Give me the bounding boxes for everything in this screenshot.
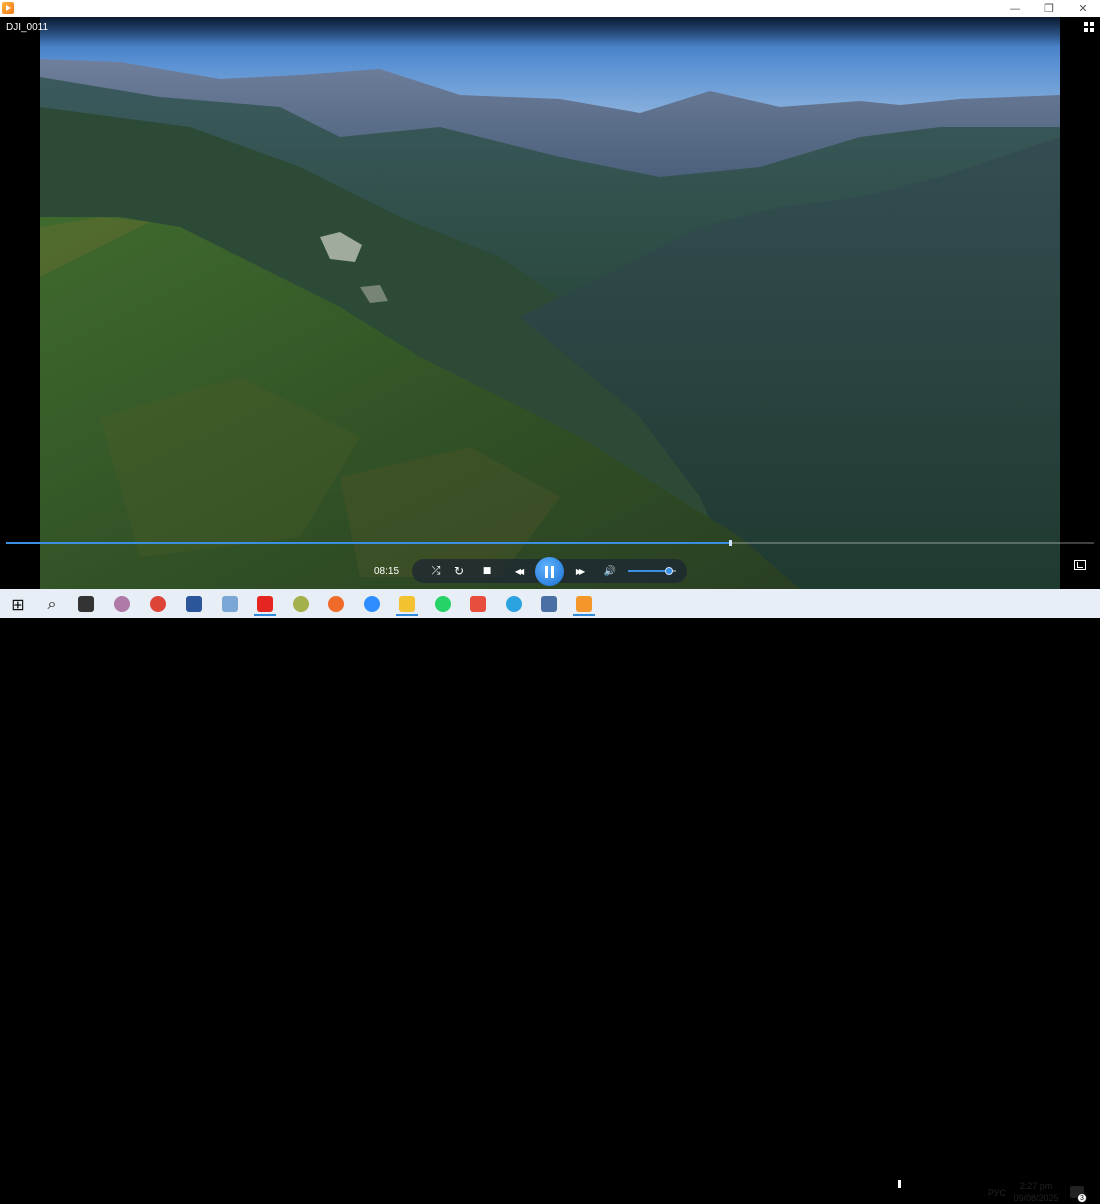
zoom-glyph: [364, 596, 380, 612]
pause-icon: [545, 565, 548, 578]
file-explorer-glyph: [399, 596, 415, 612]
app-brush-glyph: [470, 596, 486, 612]
seek-knob[interactable]: [728, 540, 732, 546]
volume-knob[interactable]: [664, 567, 673, 575]
app-arrow-glyph: [541, 596, 557, 612]
whatsapp-glyph: [435, 596, 451, 612]
clock[interactable]: 2:27 pm 09/08/2025: [1010, 1180, 1062, 1204]
taskbar-yandex-icon[interactable]: [250, 592, 280, 616]
video-frame[interactable]: [40, 17, 1060, 589]
elapsed-time: 08:15: [374, 566, 400, 577]
taskbar-task-view-icon[interactable]: [71, 592, 101, 616]
volume-level: [628, 570, 669, 572]
taskbar-app-arrow-icon[interactable]: [534, 592, 564, 616]
minimize-button[interactable]: —: [998, 0, 1032, 17]
mini-player-icon[interactable]: [1074, 560, 1086, 570]
forward-button[interactable]: ▶▶: [568, 559, 590, 583]
taskbar-file-explorer-icon[interactable]: [392, 592, 422, 616]
taskbar-app-brush-icon[interactable]: [463, 592, 493, 616]
player-window: — ❐ ✕ DJI_0011 08:15 ⤮ ↻ ■ ◀◀ ▶▶ 🔊: [0, 0, 1100, 589]
media-player-glyph: [576, 596, 592, 612]
notification-count: 3: [1077, 1193, 1087, 1203]
taskbar-app-eye-icon[interactable]: [286, 592, 316, 616]
active-indicator: [254, 614, 276, 616]
taskbar: ⊞ ⌕ РУС 2:27 pm 09/08/2025 3: [0, 589, 1100, 1203]
playlist-grid-icon[interactable]: [1084, 22, 1094, 32]
start-button[interactable]: ⊞: [3, 592, 33, 616]
taskbar-app-feather-icon[interactable]: [215, 592, 245, 616]
taskbar-media-player-icon[interactable]: [569, 592, 599, 616]
taskbar-telegram-icon[interactable]: [499, 592, 529, 616]
taskbar-word-icon[interactable]: [179, 592, 209, 616]
telegram-glyph: [506, 596, 522, 612]
app-feather-glyph: [222, 596, 238, 612]
title-bar: — ❐ ✕: [0, 0, 1100, 17]
yandex-glyph: [257, 596, 273, 612]
app-disc-glyph: [114, 596, 130, 612]
volume-slider[interactable]: [628, 567, 676, 575]
taskbar-whatsapp-icon[interactable]: [428, 592, 458, 616]
active-indicator: [396, 614, 418, 616]
taskbar-zoom-icon[interactable]: [357, 592, 387, 616]
chrome-glyph: [150, 596, 166, 612]
taskbar-chrome-icon[interactable]: [143, 592, 173, 616]
word-glyph: [186, 596, 202, 612]
pause-button[interactable]: [535, 557, 564, 586]
file-title: DJI_0011: [6, 22, 49, 33]
restore-button[interactable]: ❐: [1032, 0, 1066, 17]
video-landscape: [40, 59, 1060, 589]
app-ball-glyph: [328, 596, 344, 612]
close-button[interactable]: ✕: [1066, 0, 1100, 17]
task-view-glyph: [78, 596, 94, 612]
taskbar-app-disc-icon[interactable]: [107, 592, 137, 616]
tray-handle[interactable]: [898, 1180, 901, 1188]
active-indicator: [573, 614, 595, 616]
stop-button[interactable]: ■: [479, 559, 495, 583]
volume-icon[interactable]: 🔊: [601, 559, 619, 583]
shuffle-button[interactable]: ⤮: [428, 559, 444, 583]
clock-date: 09/08/2025: [1013, 1193, 1059, 1203]
seek-bar[interactable]: [6, 540, 1094, 546]
input-language[interactable]: РУС: [988, 1188, 1006, 1198]
clock-time: 2:27 pm: [1019, 1181, 1053, 1191]
repeat-button[interactable]: ↻: [451, 559, 467, 583]
app-icon: [2, 2, 14, 14]
taskbar-app-ball-icon[interactable]: [321, 592, 351, 616]
top-fade: [40, 17, 1060, 47]
rewind-button[interactable]: ◀◀: [507, 559, 529, 583]
search-button[interactable]: ⌕: [37, 592, 67, 616]
app-eye-glyph: [293, 596, 309, 612]
seek-progress: [6, 542, 730, 544]
